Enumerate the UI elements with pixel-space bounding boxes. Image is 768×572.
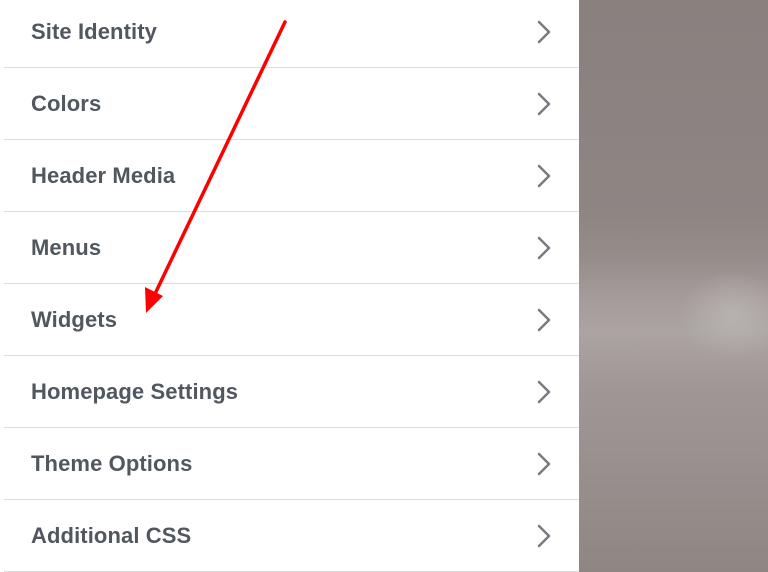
chevron-right-icon: [537, 164, 551, 187]
section-additional-css[interactable]: Additional CSS: [4, 500, 579, 572]
section-menus[interactable]: Menus: [4, 212, 579, 284]
section-label: Menus: [31, 234, 102, 260]
preview-image-highlight: [679, 270, 768, 360]
section-label: Widgets: [31, 306, 118, 332]
section-label: Additional CSS: [31, 522, 192, 548]
section-homepage-settings[interactable]: Homepage Settings: [4, 356, 579, 428]
customizer-section-list: Site Identity Colors Header Media Menus …: [4, 0, 579, 572]
chevron-right-icon: [537, 92, 551, 115]
section-label: Theme Options: [31, 450, 193, 476]
section-theme-options[interactable]: Theme Options: [4, 428, 579, 500]
section-label: Header Media: [31, 162, 176, 188]
customizer-panel: Site Identity Colors Header Media Menus …: [0, 0, 579, 572]
section-label: Colors: [31, 90, 102, 116]
section-colors[interactable]: Colors: [4, 68, 579, 140]
chevron-right-icon: [537, 452, 551, 475]
chevron-right-icon: [537, 20, 551, 43]
chevron-right-icon: [537, 308, 551, 331]
section-header-media[interactable]: Header Media: [4, 140, 579, 212]
section-label: Homepage Settings: [31, 378, 239, 404]
site-preview: [579, 0, 768, 572]
section-site-identity[interactable]: Site Identity: [4, 0, 579, 68]
chevron-right-icon: [537, 236, 551, 259]
section-label: Site Identity: [31, 18, 157, 44]
chevron-right-icon: [537, 524, 551, 547]
chevron-right-icon: [537, 380, 551, 403]
section-widgets[interactable]: Widgets: [4, 284, 579, 356]
